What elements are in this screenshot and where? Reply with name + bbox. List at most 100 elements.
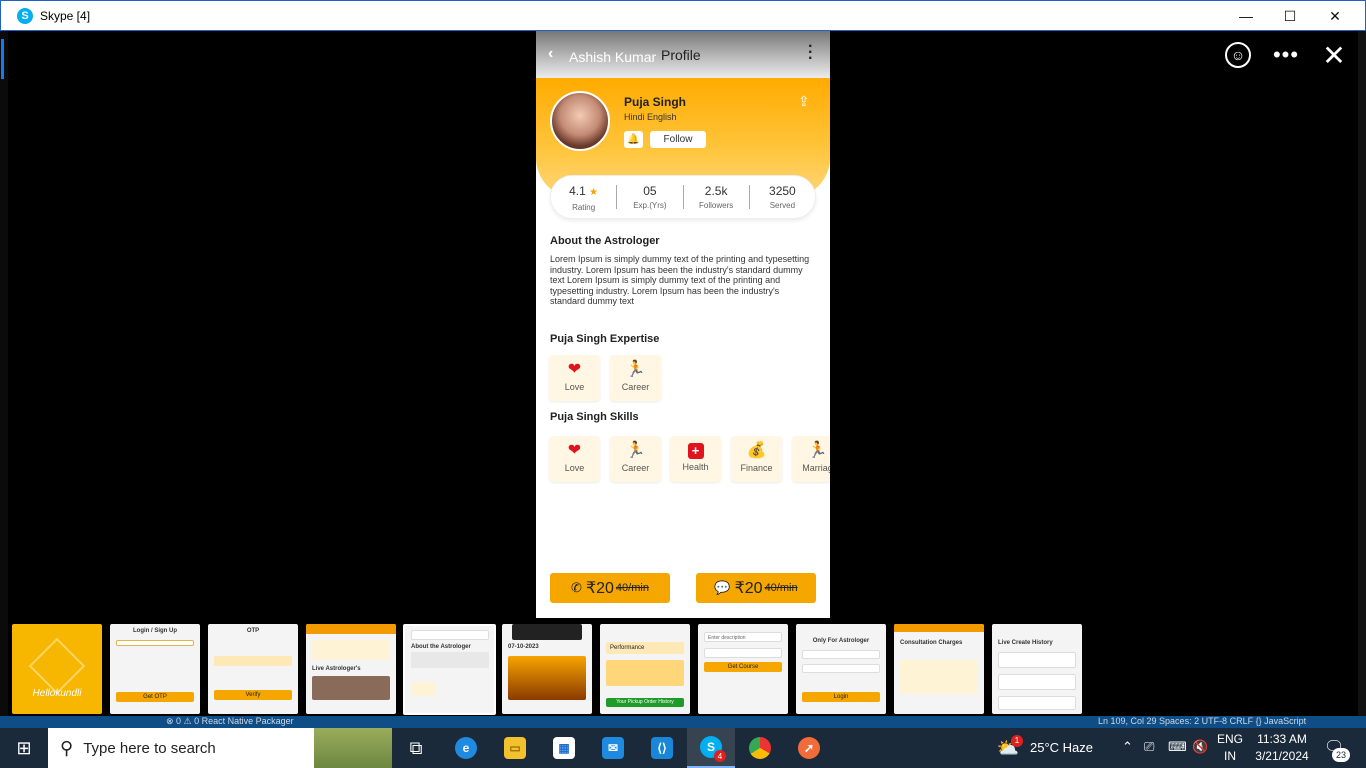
thumbnail-8[interactable]: Enter description Get Course xyxy=(698,624,788,714)
taskbar-search[interactable]: ⚲ Type here to search xyxy=(48,728,392,768)
thumbnail-label: OTP xyxy=(246,628,260,634)
thumbnail-input xyxy=(116,640,194,646)
stats-card: 4.1 ★ Rating 05 Exp.(Yrs) 2.5k Followers… xyxy=(550,175,816,219)
back-arrow-icon: ‹ xyxy=(548,45,554,62)
window-titlebar: S Skype [4] — ☐ ✕ xyxy=(0,0,1366,31)
close-window-button[interactable]: ✕ xyxy=(1312,1,1358,31)
thumbnail-9[interactable]: Only For Astrologer Login xyxy=(796,624,886,714)
marriage-icon: 🏃 xyxy=(807,442,828,459)
bell-icon: 🔔 xyxy=(624,131,643,148)
heart-icon: ❤ xyxy=(567,361,582,378)
phone-header: ‹ Ashish Kumar Profile · · · xyxy=(536,31,830,79)
edge-icon[interactable]: e xyxy=(442,728,490,768)
stat-label: Served xyxy=(769,201,796,210)
minimize-button[interactable]: — xyxy=(1223,1,1269,31)
emoji-react-icon[interactable]: ☺ xyxy=(1225,42,1251,68)
about-text: Lorem Ipsum is simply dummy text of the … xyxy=(550,254,810,307)
thumbnail-5-selected[interactable]: About the Astrologer xyxy=(403,624,496,715)
expertise-chip-career: 🏃 Career xyxy=(610,355,661,401)
weather-text[interactable]: 25°C Haze xyxy=(1030,740,1093,755)
skill-chip-career: 🏃 Career xyxy=(610,436,661,482)
profile-name: Puja Singh xyxy=(624,95,687,109)
thumbnail-11[interactable]: Live Create History xyxy=(992,624,1082,714)
expertise-heading: Puja Singh Expertise xyxy=(550,333,660,345)
thumbnail-3[interactable]: OTP Verify xyxy=(208,624,298,714)
chat-button: 💬 ₹20 40/min xyxy=(696,573,816,603)
language-code[interactable]: ENG xyxy=(1216,732,1244,746)
thumbnail-button: Verify xyxy=(214,690,292,700)
thumbnail-7[interactable]: Performance Your Pickup Order History xyxy=(600,624,690,714)
thumbnail-2[interactable]: Login / Sign Up Get OTP xyxy=(110,624,200,714)
more-options-icon[interactable]: ••• xyxy=(1272,42,1300,68)
thumbnail-label: Hellokundli xyxy=(32,688,82,699)
thumbnail-4[interactable]: Live Astrologer's xyxy=(306,624,396,714)
store-icon[interactable]: ▦ xyxy=(540,728,588,768)
stat-experience: 05 Exp.(Yrs) xyxy=(617,184,684,210)
thumbnail-button: Get OTP xyxy=(116,692,194,702)
thumbnail-chip xyxy=(411,682,435,696)
network-icon[interactable]: ⌨ xyxy=(1168,739,1187,755)
thumbnail-image xyxy=(508,656,586,700)
stat-value: 4.1 xyxy=(569,184,586,198)
skill-chip-health: + Health xyxy=(670,436,721,482)
skype-icon: S xyxy=(17,7,33,24)
thumbnail-photos xyxy=(312,676,390,700)
language-region[interactable]: IN xyxy=(1216,749,1244,763)
call-price: ₹20 xyxy=(585,580,614,597)
skills-heading: Puja Singh Skills xyxy=(550,411,639,423)
thumbnail-stats xyxy=(411,630,489,640)
taskbar: ⊞ ⚲ Type here to search ⧉ e ▭ ▦ ✉ ⟨⟩ S 4… xyxy=(0,728,1366,768)
thumbnail-about xyxy=(900,660,978,694)
stat-label: Rating xyxy=(572,203,596,212)
chat-bubble-icon: 💬 xyxy=(714,580,731,595)
thumbnail-history-row xyxy=(998,652,1076,668)
thumbnail-label: Login / Sign Up xyxy=(133,628,177,634)
chat-old-rate: 40/min xyxy=(764,582,798,594)
volume-muted-icon[interactable]: 🔇 xyxy=(1192,739,1208,755)
header-title: Profile xyxy=(661,47,701,63)
thumbnail-6[interactable]: 07-10-2023 xyxy=(502,624,592,714)
expertise-chip-love: ❤ Love xyxy=(549,355,600,401)
chrome-icon[interactable] xyxy=(736,728,784,768)
clock-time[interactable]: 11:33 AM xyxy=(1250,732,1314,746)
vscode-icon[interactable]: ⟨⟩ xyxy=(638,728,686,768)
skill-chip-love: ❤ Love xyxy=(549,436,600,482)
show-hidden-icons-icon[interactable]: ⌃ xyxy=(1122,739,1133,755)
thumbnail-10[interactable]: Consultation Charges xyxy=(894,624,984,714)
star-icon: ★ xyxy=(589,187,599,198)
thumbnail-password-field xyxy=(802,664,880,673)
chip-label: Finance xyxy=(740,463,773,473)
stat-value: 3250 xyxy=(769,184,796,198)
chip-label: Marriag xyxy=(802,463,830,473)
stat-value: 05 xyxy=(643,184,657,198)
search-placeholder: Type here to search xyxy=(83,739,216,757)
thumbnail-banner xyxy=(306,624,396,634)
thumbnail-label: Live Astrologer's xyxy=(312,666,361,672)
profile-screenshot: ‹ Ashish Kumar Profile · · · Puja Singh Hi… xyxy=(536,31,830,618)
status-left: ⊗ 0 ⚠ 0 React Native Packager xyxy=(166,716,294,726)
mail-icon[interactable]: ✉ xyxy=(589,728,637,768)
skill-chip-marriage: 🏃 Marriag xyxy=(792,436,830,482)
clock-date[interactable]: 3/21/2024 xyxy=(1250,749,1314,763)
postman-icon[interactable]: ➚ xyxy=(785,728,833,768)
skype-taskbar-icon[interactable]: S 4 xyxy=(687,728,735,768)
thumbnail-metrics xyxy=(606,660,684,686)
status-right: Ln 109, Col 29 Spaces: 2 UTF-8 CRLF {} J… xyxy=(1098,716,1307,726)
maximize-button[interactable]: ☐ xyxy=(1267,1,1313,31)
health-icon: + xyxy=(687,443,704,459)
file-explorer-icon[interactable]: ▭ xyxy=(491,728,539,768)
stat-label: Exp.(Yrs) xyxy=(633,201,667,210)
task-view-icon[interactable]: ⧉ xyxy=(392,728,440,768)
stat-served: 3250 Served xyxy=(750,184,815,210)
thumbnail-history-row xyxy=(998,696,1076,710)
close-viewer-icon[interactable]: ✕ xyxy=(1320,40,1348,71)
thumbnail-label: Enter description xyxy=(704,632,782,642)
meet-now-icon[interactable]: ⎚ xyxy=(1144,739,1154,755)
thumbnail-button: Your Pickup Order History xyxy=(606,698,684,707)
thumbnail-label: About the Astrologer xyxy=(411,644,471,650)
thumbnail-1[interactable]: Hellokundli xyxy=(12,624,102,714)
stat-label: Followers xyxy=(699,201,734,210)
weather-icon[interactable]: ⛅ xyxy=(990,728,1026,768)
thumbnail-categories xyxy=(312,640,390,660)
windows-start-icon[interactable]: ⊞ xyxy=(0,728,48,768)
